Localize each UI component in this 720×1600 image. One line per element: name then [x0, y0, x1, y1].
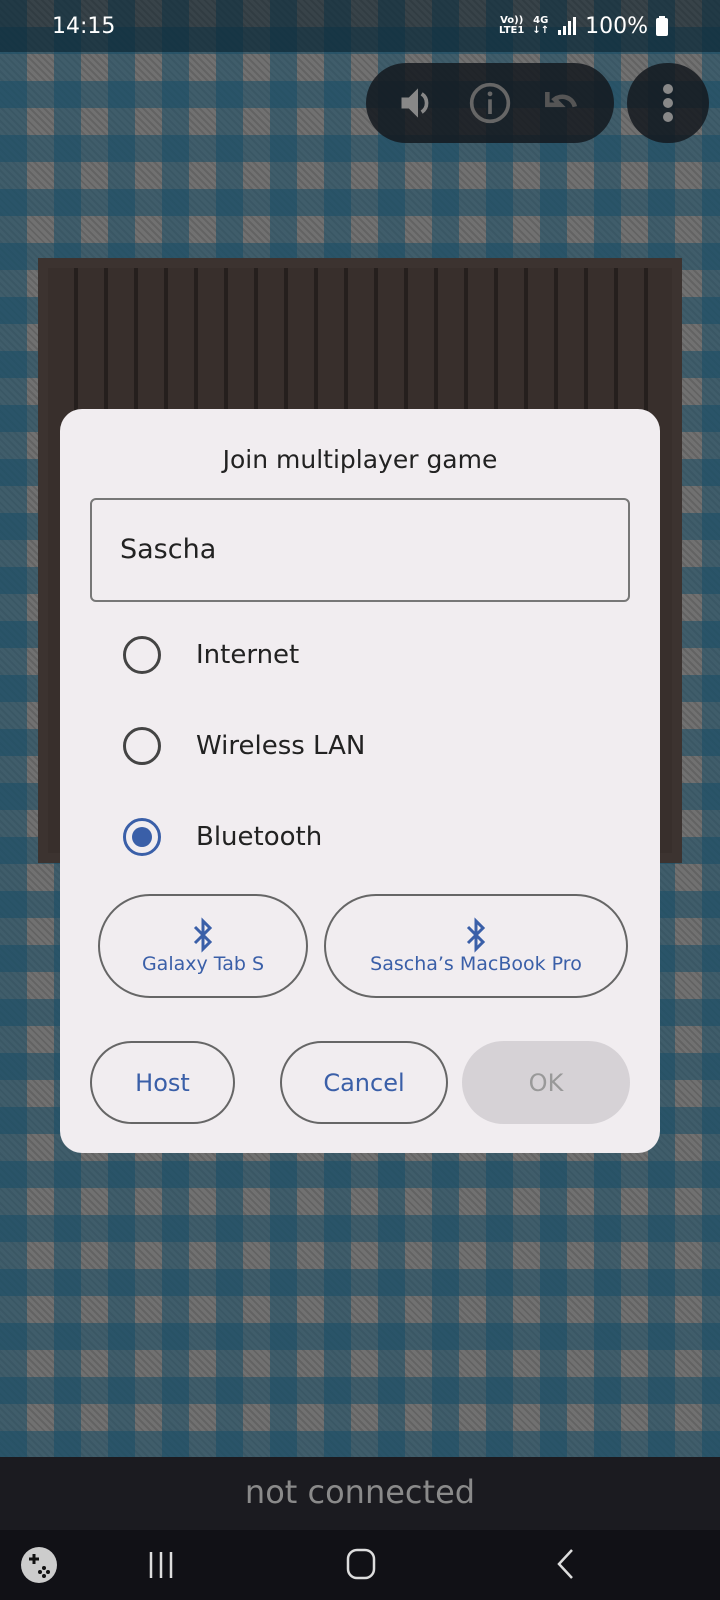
recent-apps-icon[interactable] — [148, 1550, 176, 1580]
player-name-input[interactable]: Sascha — [90, 498, 630, 602]
radio-button[interactable] — [123, 818, 161, 856]
radio-wireless-lan[interactable]: Wireless LAN — [123, 727, 365, 765]
volte-indicator: Vo)) LTE1 — [499, 15, 525, 36]
device-label: Sascha’s MacBook Pro — [370, 953, 582, 975]
info-icon[interactable] — [468, 81, 512, 125]
radio-button[interactable] — [123, 727, 161, 765]
join-multiplayer-dialog: Join multiplayer game Sascha Internet Wi… — [60, 409, 660, 1153]
host-button[interactable]: Host — [90, 1041, 235, 1124]
network-indicator: 4G ↓↑ — [532, 15, 550, 36]
device-label: Galaxy Tab S — [141, 953, 265, 975]
game-toolbar — [366, 63, 614, 143]
battery-level: 100% — [585, 13, 648, 39]
device-macbook-pro[interactable]: Sascha’s MacBook Pro — [324, 894, 628, 998]
back-icon[interactable] — [555, 1548, 575, 1580]
radio-button[interactable] — [123, 636, 161, 674]
battery-icon — [656, 16, 668, 36]
radio-internet[interactable]: Internet — [123, 636, 299, 674]
radio-bluetooth[interactable]: Bluetooth — [123, 818, 322, 856]
dialog-title: Join multiplayer game — [222, 445, 498, 474]
game-launcher-icon[interactable] — [20, 1546, 58, 1584]
device-galaxy-tab-s[interactable]: Galaxy Tab S — [98, 894, 308, 998]
status-bar: 14:15 Vo)) LTE1 4G ↓↑ 100% — [0, 0, 720, 52]
more-vert-icon — [663, 84, 673, 122]
connection-status: not connected — [0, 1457, 720, 1530]
radio-label: Wireless LAN — [196, 731, 366, 761]
signal-icon — [558, 17, 577, 35]
radio-label: Bluetooth — [196, 822, 323, 852]
navigation-bar — [0, 1530, 720, 1600]
ok-button[interactable]: OK — [462, 1041, 630, 1124]
clock: 14:15 — [52, 13, 116, 39]
speaker-icon[interactable] — [396, 81, 440, 125]
more-menu-button[interactable] — [627, 63, 709, 143]
bluetooth-icon — [193, 917, 213, 953]
cancel-button[interactable]: Cancel — [280, 1041, 448, 1124]
bluetooth-icon — [466, 917, 486, 953]
home-icon[interactable] — [346, 1548, 376, 1580]
undo-icon[interactable] — [540, 81, 584, 125]
radio-label: Internet — [196, 640, 300, 670]
